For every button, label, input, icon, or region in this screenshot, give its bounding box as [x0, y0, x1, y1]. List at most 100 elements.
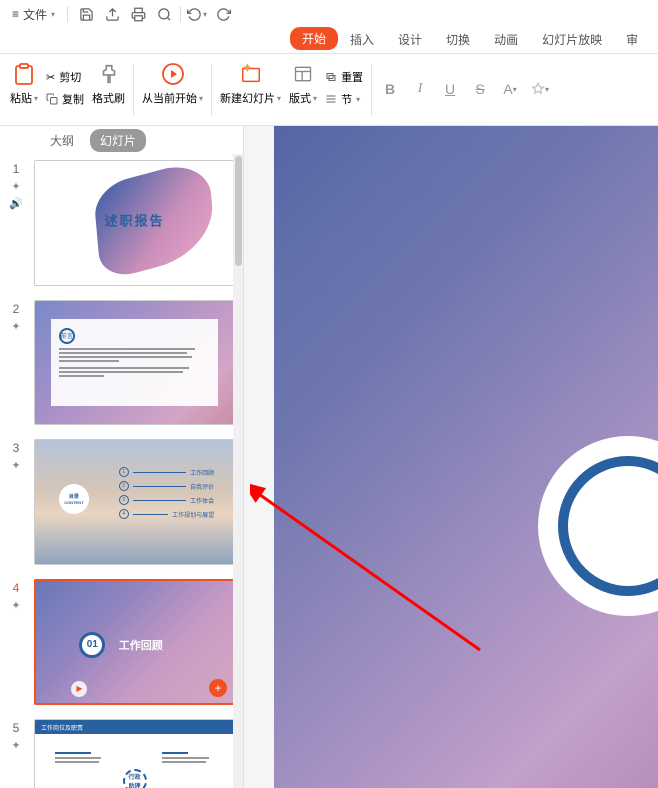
font-color-button[interactable]: A▾: [496, 76, 524, 102]
thumbnail-row: 4 ✦ 01 工作回顾 ▶ +: [4, 579, 235, 705]
file-menu[interactable]: ≡ 文件 ▾: [6, 4, 61, 25]
slide4-label: 工作回顾: [119, 637, 163, 653]
thumbnails: 1 ✦ 🔊 述职报告 2 ✦: [0, 154, 243, 788]
sparkle-slide-icon: [237, 60, 265, 88]
file-label: 文件: [23, 6, 47, 23]
tab-design[interactable]: 设计: [386, 27, 434, 53]
copy-button[interactable]: 复制: [42, 89, 88, 109]
star-icon: ✦: [11, 320, 20, 333]
from-current-button[interactable]: 从当前开始▾: [138, 58, 207, 108]
divider: [67, 6, 68, 22]
scrollbar-handle[interactable]: [235, 156, 242, 266]
slide1-title: 述职报告: [104, 211, 164, 230]
slide-number: 3: [13, 441, 20, 455]
reset-label: 重置: [341, 69, 363, 85]
copy-icon: [46, 93, 58, 105]
paste-button[interactable]: 粘贴▾: [6, 58, 42, 108]
toc-item: 工作规划与展望: [172, 510, 214, 519]
ribbon-tabstrip: 开始 插入 设计 切换 动画 幻灯片放映 审: [0, 28, 658, 54]
reset-button[interactable]: 重置: [321, 67, 367, 87]
slide5-circle-bottom: 助理: [129, 781, 141, 788]
redo-icon[interactable]: [211, 2, 235, 26]
clipboard-icon: [10, 60, 38, 88]
italic-button[interactable]: I: [406, 76, 434, 102]
new-slide-button[interactable]: 新建幻灯片▾: [216, 58, 285, 108]
scrollbar[interactable]: [233, 154, 243, 788]
from-current-label: 从当前开始: [142, 90, 197, 106]
cut-button[interactable]: ✂ 剪切: [42, 67, 88, 87]
slide3-heading-top: 目录: [69, 493, 79, 500]
section-button[interactable]: 节▾: [321, 89, 367, 109]
print-icon[interactable]: [126, 2, 150, 26]
reset-icon: [325, 71, 337, 83]
chevron-down-icon: ▾: [513, 85, 517, 94]
play-icon[interactable]: ▶: [71, 681, 87, 697]
star-icon: ✦: [11, 459, 20, 472]
ribbon: 粘贴▾ ✂剪切 复制 格式刷 从当前开始▾ 新建幻灯片▾ 版式▾ 重置 节▾ B…: [0, 54, 658, 126]
panel-tab-slides[interactable]: 幻灯片: [90, 129, 146, 152]
slide-minis: 重置 节▾: [321, 58, 367, 118]
paste-label: 粘贴: [10, 90, 32, 106]
star-icon: ✦: [11, 599, 20, 612]
panel-tabs: 大纲 幻灯片: [0, 126, 243, 154]
chevron-down-icon: ▾: [545, 85, 549, 94]
chevron-down-icon: ▾: [356, 95, 360, 104]
thumbnail-row: 2 ✦ 前言: [4, 300, 235, 426]
cut-label: 剪切: [59, 69, 81, 85]
thumbnail-gutter: 3 ✦: [4, 439, 28, 565]
divider: [133, 64, 134, 116]
layout-button[interactable]: 版式▾: [285, 58, 321, 108]
highlight-icon: [531, 82, 545, 96]
slide-number: 2: [13, 302, 20, 316]
font-color-label: A: [503, 81, 512, 97]
slide-thumbnail-2[interactable]: 前言: [34, 300, 235, 426]
strikethrough-button[interactable]: S: [466, 76, 494, 102]
underline-button[interactable]: U: [436, 76, 464, 102]
divider: [180, 6, 181, 22]
slide-canvas[interactable]: [274, 126, 658, 788]
toc-item: 工作回顾: [190, 468, 214, 477]
tab-transition[interactable]: 切换: [434, 27, 482, 53]
export-icon[interactable]: [100, 2, 124, 26]
slide3-heading-bottom: CONTENT: [64, 500, 83, 505]
slide-canvas-area[interactable]: [244, 126, 658, 788]
tab-slideshow[interactable]: 幻灯片放映: [530, 27, 614, 53]
chevron-down-icon: ▾: [199, 94, 203, 103]
tab-insert[interactable]: 插入: [338, 27, 386, 53]
new-slide-label: 新建幻灯片: [220, 90, 275, 106]
layout-label: 版式: [289, 90, 311, 106]
section-icon: [325, 93, 337, 105]
thumbnail-gutter: 2 ✦: [4, 300, 28, 426]
slide-thumbnail-1[interactable]: 述职报告: [34, 160, 235, 286]
undo-icon[interactable]: ▾: [185, 2, 209, 26]
thumbnail-gutter: 1 ✦ 🔊: [4, 160, 28, 286]
chevron-down-icon: ▾: [277, 94, 281, 103]
slide5-header: 工作岗位及职责: [41, 726, 83, 732]
slide-number: 4: [13, 581, 20, 595]
slide-thumbnail-4[interactable]: 01 工作回顾 ▶ +: [34, 579, 235, 705]
thumbnails-scroll[interactable]: 1 ✦ 🔊 述职报告 2 ✦: [0, 154, 243, 788]
save-icon[interactable]: [74, 2, 98, 26]
bold-button[interactable]: B: [376, 76, 404, 102]
panel-tab-outline[interactable]: 大纲: [40, 129, 84, 152]
tab-animation[interactable]: 动画: [482, 27, 530, 53]
toc-item: 自我评价: [190, 482, 214, 491]
tab-review[interactable]: 审: [614, 27, 650, 53]
divider: [211, 64, 212, 116]
section-label: 节: [341, 91, 352, 107]
chevron-down-icon: ▾: [51, 10, 55, 19]
add-slide-icon[interactable]: +: [209, 679, 227, 697]
slide-thumbnail-3[interactable]: 目录 CONTENT 1工作回顾 2自我评价 3工作体会 4工作规划与展望: [34, 439, 235, 565]
thumbnail-row: 3 ✦ 目录 CONTENT 1工作回顾 2自我评价 3工作体会: [4, 439, 235, 565]
toc-item: 工作体会: [190, 496, 214, 505]
print-preview-icon[interactable]: [152, 2, 176, 26]
tab-start[interactable]: 开始: [290, 27, 338, 50]
highlight-button[interactable]: ▾: [526, 76, 554, 102]
format-painter-button[interactable]: 格式刷: [88, 58, 129, 108]
slide-panel: 大纲 幻灯片 1 ✦ 🔊 述职报告: [0, 126, 244, 788]
slide-thumbnail-5[interactable]: 工作岗位及职责 行政 助理: [34, 719, 235, 788]
audio-icon: 🔊: [9, 197, 23, 210]
scissors-icon: ✂: [46, 71, 55, 84]
star-icon: ✦: [11, 739, 20, 752]
workspace: 大纲 幻灯片 1 ✦ 🔊 述职报告: [0, 126, 658, 788]
